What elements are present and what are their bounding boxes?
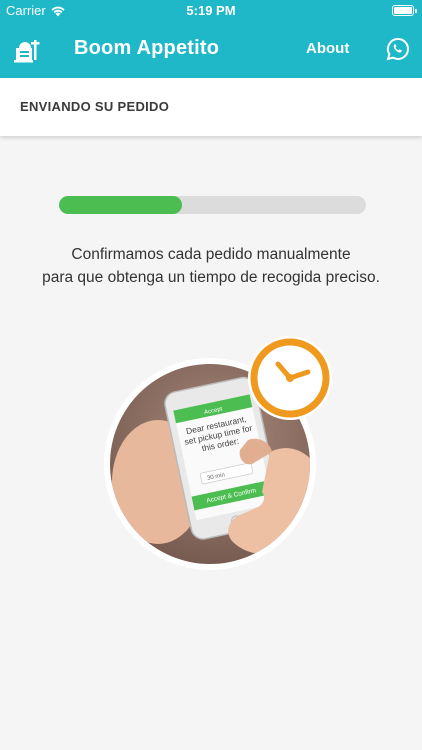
app-title: Boom Appetito <box>74 37 220 59</box>
clock-time: 5:19 PM <box>186 3 236 18</box>
order-status-label: ENVIANDO SU PEDIDO <box>20 99 170 114</box>
about-link[interactable]: About <box>306 40 349 57</box>
manual-confirmation-illustration: Accept Dear restaurant, set pickup time … <box>104 336 332 570</box>
confirmation-message-line-2: para que obtenga un tiempo de recogida p… <box>42 269 380 286</box>
food-delivery-icon[interactable] <box>14 36 42 64</box>
order-status-header: ENVIANDO SU PEDIDO <box>0 78 422 136</box>
clock-icon <box>248 336 332 420</box>
status-bar: Carrier 5:19 PM <box>0 0 422 22</box>
battery-icon <box>392 5 417 16</box>
confirmation-message-line-1: Confirmamos cada pedido manualmente <box>71 246 351 263</box>
whatsapp-icon[interactable] <box>386 37 410 61</box>
order-progress-fill <box>59 196 182 214</box>
nav-bar: Boom Appetito About <box>0 22 422 78</box>
confirmation-message: Confirmamos cada pedido manualmente para… <box>20 243 402 289</box>
order-progress-bar <box>59 196 366 214</box>
